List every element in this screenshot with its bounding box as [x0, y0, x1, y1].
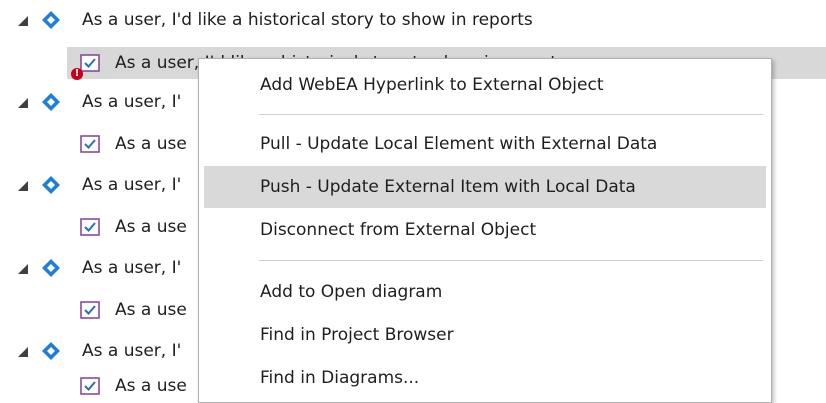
- tree-row-parent[interactable]: As a user, I'd like a historical story t…: [0, 4, 826, 36]
- blue-diamond-icon: [42, 11, 60, 29]
- error-badge-icon: !: [71, 68, 83, 80]
- requirement-checkbox-icon: [80, 377, 100, 395]
- blue-diamond-icon: [42, 93, 60, 111]
- menu-item-find-in-diagrams[interactable]: Find in Diagrams...: [204, 357, 766, 399]
- context-menu: Add WebEA Hyperlink to External Object P…: [198, 58, 772, 403]
- tree-row-label: As a user, I': [82, 175, 182, 195]
- requirement-checkbox-icon: [80, 54, 100, 72]
- menu-item-find-in-project-browser[interactable]: Find in Project Browser: [204, 314, 766, 356]
- expanded-triangle-icon[interactable]: [18, 16, 28, 26]
- tree-row-label: As a use: [115, 376, 187, 396]
- menu-item-push-update-external[interactable]: Push - Update External Item with Local D…: [204, 166, 766, 208]
- tree-row-label: As a user, I': [82, 258, 182, 278]
- menu-item-disconnect[interactable]: Disconnect from External Object: [204, 209, 766, 251]
- requirement-checkbox-icon: [80, 135, 100, 153]
- menu-item-pull-update-local[interactable]: Pull - Update Local Element with Externa…: [204, 123, 766, 165]
- expanded-triangle-icon[interactable]: [18, 181, 28, 191]
- requirement-checkbox-icon: [80, 218, 100, 236]
- menu-item-add-webea-hyperlink[interactable]: Add WebEA Hyperlink to External Object: [204, 64, 766, 106]
- expanded-triangle-icon[interactable]: [18, 264, 28, 274]
- blue-diamond-icon: [42, 342, 60, 360]
- menu-separator: [259, 260, 763, 261]
- tree-row-label: As a user, I': [82, 92, 182, 112]
- expanded-triangle-icon[interactable]: [18, 347, 28, 357]
- tree-row-label: As a use: [115, 217, 187, 237]
- tree-row-label: As a user, I'd like a historical story t…: [82, 10, 533, 30]
- expanded-triangle-icon[interactable]: [18, 98, 28, 108]
- menu-separator: [259, 114, 763, 115]
- tree-row-label: As a use: [115, 134, 187, 154]
- menu-item-add-to-open-diagram[interactable]: Add to Open diagram: [204, 271, 766, 313]
- blue-diamond-icon: [42, 259, 60, 277]
- requirement-checkbox-icon: [80, 301, 100, 319]
- blue-diamond-icon: [42, 176, 60, 194]
- tree-row-label: As a use: [115, 300, 187, 320]
- tree-row-label: As a user, I': [82, 341, 182, 361]
